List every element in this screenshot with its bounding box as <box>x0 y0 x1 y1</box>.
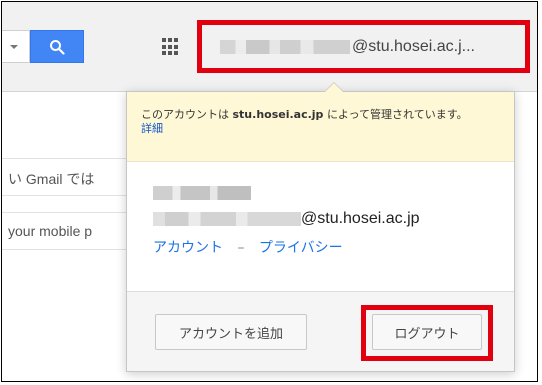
top-bar: @stu.hosei.ac.j... <box>2 2 537 92</box>
account-profile: @stu.hosei.ac.jp アカウント – プライバシー <box>127 162 514 292</box>
background-content: い Gmail では your mobile p <box>2 92 142 381</box>
notice-suffix: によって管理されています。 <box>326 108 468 121</box>
background-text-row: your mobile p <box>2 212 142 250</box>
popup-footer: アカウントを追加 ログアウト <box>127 291 514 371</box>
search-icon <box>50 39 65 55</box>
account-links: アカウント – プライバシー <box>153 237 514 257</box>
account-email-label: @stu.hosei.ac.j... <box>352 37 475 55</box>
account-button[interactable]: @stu.hosei.ac.j... <box>197 20 530 73</box>
account-link[interactable]: アカウント <box>153 240 223 256</box>
app-window: @stu.hosei.ac.j... い Gmail では your mobil… <box>1 1 538 382</box>
add-account-button[interactable]: アカウントを追加 <box>155 314 307 350</box>
background-text-row: い Gmail では <box>2 158 142 196</box>
redacted-email-local <box>153 212 301 226</box>
account-popup: このアカウントは stu.hosei.ac.jp によって管理されています。 詳… <box>126 82 515 372</box>
link-separator: – <box>237 240 245 256</box>
notice-prefix: このアカウントは <box>141 108 229 121</box>
redacted-user-name <box>153 186 251 200</box>
popup-caret <box>324 82 344 92</box>
chevron-down-icon[interactable] <box>10 45 18 49</box>
privacy-link[interactable]: プライバシー <box>259 240 343 256</box>
account-email-domain: @stu.hosei.ac.jp <box>301 210 420 227</box>
notice-detail-link[interactable]: 詳細 <box>141 122 500 135</box>
managed-account-notice: このアカウントは stu.hosei.ac.jp によって管理されています。 詳… <box>127 92 514 162</box>
logout-button[interactable]: ログアウト <box>372 314 482 350</box>
redacted-account-name <box>220 39 350 54</box>
search-button[interactable] <box>30 30 84 63</box>
search-input[interactable] <box>2 30 30 63</box>
apps-grid-icon[interactable] <box>162 38 180 56</box>
account-email-row: @stu.hosei.ac.jp <box>153 210 514 228</box>
notice-domain: stu.hosei.ac.jp <box>232 108 324 121</box>
